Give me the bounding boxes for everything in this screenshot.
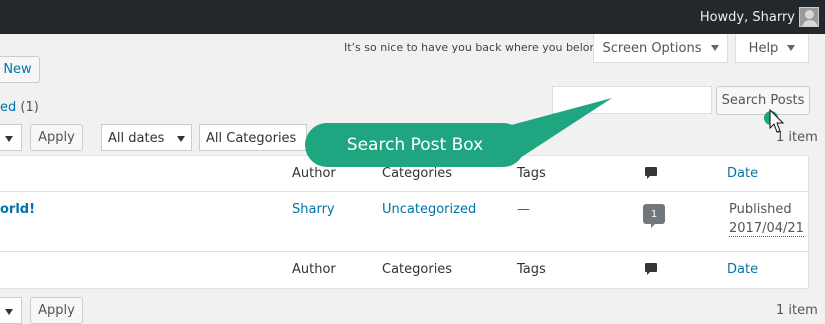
post-date: 2017/04/21 xyxy=(729,221,804,237)
footer-column-categories: Categories xyxy=(382,262,453,277)
published-count: (1) xyxy=(20,100,39,115)
categories-filter-select[interactable]: All Categories xyxy=(199,124,307,151)
published-filter-label: ed xyxy=(0,100,17,115)
footer-divider xyxy=(0,251,808,252)
footer-column-tags: Tags xyxy=(517,262,546,277)
apply-button-bottom[interactable]: Apply xyxy=(30,297,83,324)
footer-column-date[interactable]: Date xyxy=(727,262,758,277)
chevron-down-icon xyxy=(177,136,185,142)
chevron-down-icon xyxy=(5,309,13,315)
column-author[interactable]: Author xyxy=(292,166,336,181)
items-count-top: 1 item xyxy=(776,130,818,145)
help-label: Help xyxy=(748,40,779,56)
add-new-button[interactable]: New xyxy=(0,56,40,83)
screen-options-button[interactable]: Screen Options xyxy=(593,34,728,63)
bulk-actions-select-bottom[interactable] xyxy=(0,297,22,324)
chevron-down-icon xyxy=(5,136,13,142)
categories-filter-value: All Categories xyxy=(206,131,297,146)
bulk-actions-select-top[interactable] xyxy=(0,124,22,151)
chevron-down-icon xyxy=(787,45,796,51)
post-status: Published xyxy=(729,202,792,217)
published-filter-link[interactable]: ed (1) xyxy=(0,100,39,115)
screen-options-label: Screen Options xyxy=(602,40,702,56)
comment-count-bubble[interactable]: 1 xyxy=(643,204,665,228)
post-tags: — xyxy=(517,202,530,217)
welcome-message: It’s so nice to have you back where you … xyxy=(344,41,604,54)
post-category-link[interactable]: Uncategorized xyxy=(382,202,476,217)
callout-label: Search Post Box xyxy=(346,135,484,155)
howdy-user-link[interactable]: Howdy, Sharry xyxy=(700,10,795,25)
search-input[interactable] xyxy=(552,86,712,114)
user-avatar-icon[interactable] xyxy=(799,7,819,27)
admin-bar: Howdy, Sharry xyxy=(0,0,825,34)
column-tags: Tags xyxy=(517,166,546,181)
column-categories: Categories xyxy=(382,166,453,181)
apply-button-top[interactable]: Apply xyxy=(30,124,83,151)
items-count-bottom: 1 item xyxy=(776,303,818,318)
column-date[interactable]: Date xyxy=(727,166,758,181)
help-button[interactable]: Help xyxy=(735,34,809,63)
footer-column-author[interactable]: Author xyxy=(292,262,336,277)
search-posts-button[interactable]: Search Posts xyxy=(716,86,810,115)
dates-filter-select[interactable]: All dates xyxy=(101,124,192,151)
post-title-link[interactable]: orld! xyxy=(0,202,35,217)
dates-filter-value: All dates xyxy=(108,131,165,146)
header-divider xyxy=(0,191,808,192)
chevron-down-icon xyxy=(710,45,719,51)
comment-icon[interactable] xyxy=(645,263,657,275)
comment-icon[interactable] xyxy=(645,167,657,179)
post-author-link[interactable]: Sharry xyxy=(292,202,335,217)
